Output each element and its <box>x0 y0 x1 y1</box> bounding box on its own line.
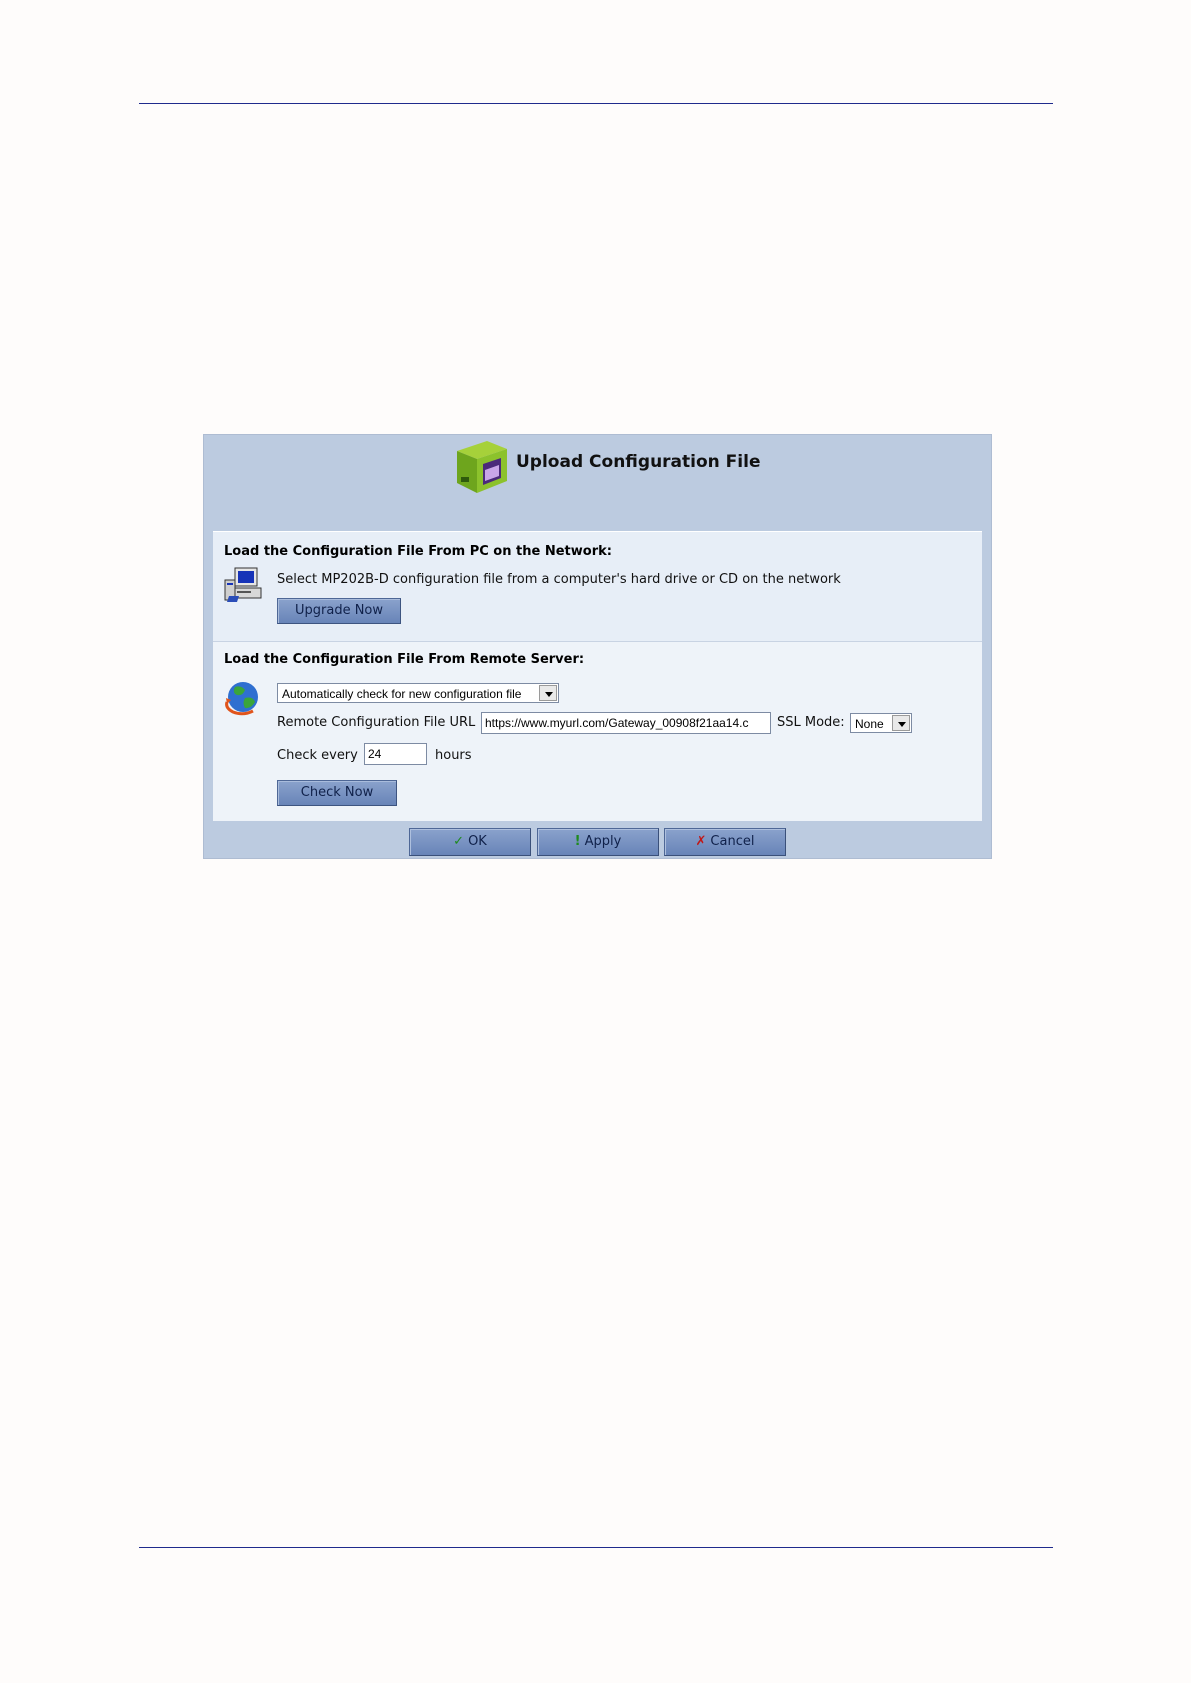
ok-button-label: OK <box>468 834 487 849</box>
check-every-label: Check every <box>277 748 358 763</box>
chevron-down-icon[interactable] <box>892 715 910 731</box>
apply-button-label: Apply <box>584 834 622 849</box>
exclamation-icon: ! <box>574 834 581 849</box>
globe-icon <box>225 682 258 716</box>
computer-icon <box>224 567 262 602</box>
check-interval-input[interactable]: 24 <box>364 743 427 765</box>
cancel-button[interactable]: ✗ Cancel <box>664 828 786 856</box>
ssl-mode-select[interactable]: None <box>850 713 912 733</box>
pc-upload-section: Load the Configuration File From PC on t… <box>213 531 982 641</box>
remote-section-title: Load the Configuration File From Remote … <box>224 652 585 667</box>
chevron-down-icon[interactable] <box>539 685 557 701</box>
pc-section-description: Select MP202B-D configuration file from … <box>277 572 841 587</box>
pc-section-title: Load the Configuration File From PC on t… <box>224 544 612 559</box>
cross-icon: ✗ <box>695 834 707 849</box>
cancel-button-label: Cancel <box>710 834 755 849</box>
header-rule <box>139 103 1053 104</box>
ssl-mode-label: SSL Mode: <box>777 715 845 730</box>
ok-button[interactable]: ✓ OK <box>409 828 531 856</box>
dialog-header: Upload Configuration File <box>204 435 991 531</box>
checkmark-icon: ✓ <box>453 834 465 849</box>
remote-mode-select[interactable]: Automatically check for new configuratio… <box>277 683 559 703</box>
check-now-button[interactable]: Check Now <box>277 780 397 806</box>
footer-rule <box>139 1547 1053 1548</box>
upgrade-now-button[interactable]: Upgrade Now <box>277 598 401 624</box>
remote-mode-value: Automatically check for new configuratio… <box>282 687 522 701</box>
hours-label: hours <box>435 748 472 763</box>
apply-button[interactable]: ! Apply <box>537 828 659 856</box>
remote-url-label: Remote Configuration File URL <box>277 715 476 730</box>
upload-config-box-icon <box>457 441 507 493</box>
remote-server-section: Load the Configuration File From Remote … <box>213 641 982 821</box>
dialog-title: Upload Configuration File <box>516 452 761 472</box>
ssl-mode-value: None <box>855 717 884 731</box>
upload-config-dialog: Upload Configuration File Load the Confi… <box>203 434 992 859</box>
remote-url-input[interactable]: https://www.myurl.com/Gateway_00908f21aa… <box>481 712 771 734</box>
